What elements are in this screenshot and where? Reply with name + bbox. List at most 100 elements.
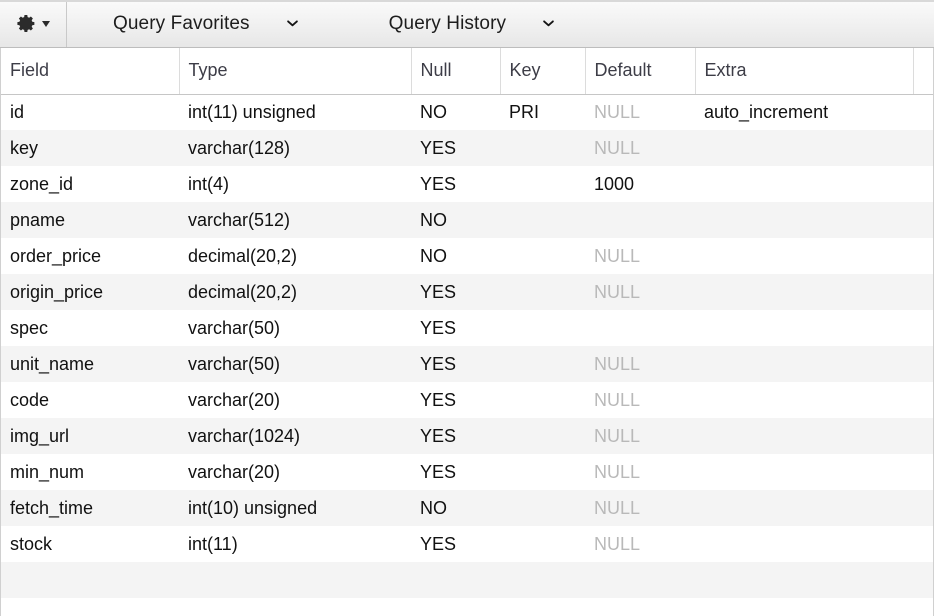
table-row[interactable]: fetch_timeint(10) unsignedNO NULL — [1, 490, 933, 526]
cell-type[interactable]: decimal(20,2) — [179, 274, 411, 310]
cell-field[interactable]: pname — [1, 202, 179, 238]
cell-default[interactable] — [585, 310, 695, 346]
cell-null[interactable]: YES — [411, 526, 500, 562]
table-row[interactable]: pnamevarchar(512)NO — [1, 202, 933, 238]
cell-key[interactable] — [500, 274, 585, 310]
cell-null[interactable]: YES — [411, 166, 500, 202]
table-row[interactable]: min_numvarchar(20)YES NULL — [1, 454, 933, 490]
cell-null[interactable]: NO — [411, 202, 500, 238]
cell-null[interactable]: YES — [411, 130, 500, 166]
chevron-down-icon[interactable] — [286, 17, 299, 30]
cell-default[interactable]: 1000 — [585, 166, 695, 202]
cell-null[interactable]: YES — [411, 274, 500, 310]
cell-extra[interactable] — [695, 202, 913, 238]
cell-key[interactable] — [500, 166, 585, 202]
cell-default[interactable]: NULL — [585, 526, 695, 562]
chevron-down-icon[interactable] — [542, 17, 555, 30]
cell-extra[interactable] — [695, 274, 913, 310]
cell-type[interactable]: int(4) — [179, 166, 411, 202]
cell-default[interactable]: NULL — [585, 454, 695, 490]
cell-type[interactable]: decimal(20,2) — [179, 238, 411, 274]
column-header-default[interactable]: Default — [585, 48, 695, 94]
cell-extra[interactable] — [695, 130, 913, 166]
cell-extra[interactable] — [695, 310, 913, 346]
cell-default[interactable]: NULL — [585, 130, 695, 166]
cell-null[interactable]: NO — [411, 238, 500, 274]
column-header-field[interactable]: Field — [1, 48, 179, 94]
cell-default[interactable] — [585, 202, 695, 238]
cell-null[interactable]: YES — [411, 418, 500, 454]
cell-default[interactable]: NULL — [585, 94, 695, 130]
cell-field[interactable]: img_url — [1, 418, 179, 454]
cell-null[interactable]: NO — [411, 490, 500, 526]
cell-type[interactable]: varchar(128) — [179, 130, 411, 166]
cell-key[interactable] — [500, 130, 585, 166]
cell-default[interactable]: NULL — [585, 490, 695, 526]
cell-field[interactable]: zone_id — [1, 166, 179, 202]
cell-field[interactable]: spec — [1, 310, 179, 346]
table-row[interactable]: origin_pricedecimal(20,2)YES NULL — [1, 274, 933, 310]
cell-default[interactable]: NULL — [585, 382, 695, 418]
column-header-type[interactable]: Type — [179, 48, 411, 94]
cell-key[interactable] — [500, 310, 585, 346]
cell-field[interactable]: code — [1, 382, 179, 418]
cell-extra[interactable]: auto_increment — [695, 94, 913, 130]
cell-type[interactable]: varchar(50) — [179, 310, 411, 346]
table-row[interactable]: keyvarchar(128)YES NULL — [1, 130, 933, 166]
tab-query-history[interactable]: Query History — [299, 0, 555, 47]
cell-key[interactable] — [500, 454, 585, 490]
cell-field[interactable]: min_num — [1, 454, 179, 490]
column-header-extra[interactable]: Extra — [695, 48, 913, 94]
table-row[interactable]: stockint(11)YES NULL — [1, 526, 933, 562]
column-header-key[interactable]: Key — [500, 48, 585, 94]
table-row[interactable]: codevarchar(20)YES NULL — [1, 382, 933, 418]
cell-key[interactable] — [500, 418, 585, 454]
table-row[interactable]: specvarchar(50)YES — [1, 310, 933, 346]
cell-field[interactable]: origin_price — [1, 274, 179, 310]
cell-field[interactable]: stock — [1, 526, 179, 562]
cell-extra[interactable] — [695, 382, 913, 418]
cell-null[interactable]: YES — [411, 382, 500, 418]
cell-default[interactable]: NULL — [585, 346, 695, 382]
cell-field[interactable]: fetch_time — [1, 490, 179, 526]
cell-type[interactable]: varchar(1024) — [179, 418, 411, 454]
cell-type[interactable]: int(11) unsigned — [179, 94, 411, 130]
cell-type[interactable]: int(10) unsigned — [179, 490, 411, 526]
cell-type[interactable]: varchar(512) — [179, 202, 411, 238]
cell-key[interactable]: PRI — [500, 94, 585, 130]
cell-extra[interactable] — [695, 418, 913, 454]
table-row[interactable]: unit_namevarchar(50)YES NULL — [1, 346, 933, 382]
cell-type[interactable]: varchar(20) — [179, 454, 411, 490]
cell-key[interactable] — [500, 526, 585, 562]
cell-null[interactable]: YES — [411, 454, 500, 490]
table-row[interactable]: img_urlvarchar(1024)YES NULL — [1, 418, 933, 454]
cell-key[interactable] — [500, 490, 585, 526]
cell-key[interactable] — [500, 346, 585, 382]
column-header-null[interactable]: Null — [411, 48, 500, 94]
cell-null[interactable]: YES — [411, 310, 500, 346]
cell-field[interactable]: order_price — [1, 238, 179, 274]
table-row[interactable]: idint(11) unsignedNOPRINULLauto_incremen… — [1, 94, 933, 130]
cell-field[interactable]: id — [1, 94, 179, 130]
cell-extra[interactable] — [695, 490, 913, 526]
cell-default[interactable]: NULL — [585, 274, 695, 310]
cell-field[interactable]: key — [1, 130, 179, 166]
cell-type[interactable]: varchar(20) — [179, 382, 411, 418]
cell-key[interactable] — [500, 238, 585, 274]
cell-key[interactable] — [500, 202, 585, 238]
settings-menu-button[interactable] — [0, 0, 66, 47]
cell-null[interactable]: NO — [411, 94, 500, 130]
cell-extra[interactable] — [695, 166, 913, 202]
cell-default[interactable]: NULL — [585, 238, 695, 274]
cell-key[interactable] — [500, 382, 585, 418]
cell-null[interactable]: YES — [411, 346, 500, 382]
cell-extra[interactable] — [695, 526, 913, 562]
cell-extra[interactable] — [695, 238, 913, 274]
cell-extra[interactable] — [695, 346, 913, 382]
cell-type[interactable]: int(11) — [179, 526, 411, 562]
cell-type[interactable]: varchar(50) — [179, 346, 411, 382]
cell-field[interactable]: unit_name — [1, 346, 179, 382]
tab-query-favorites[interactable]: Query Favorites — [67, 0, 299, 47]
table-row[interactable]: zone_idint(4)YES 1000 — [1, 166, 933, 202]
cell-default[interactable]: NULL — [585, 418, 695, 454]
